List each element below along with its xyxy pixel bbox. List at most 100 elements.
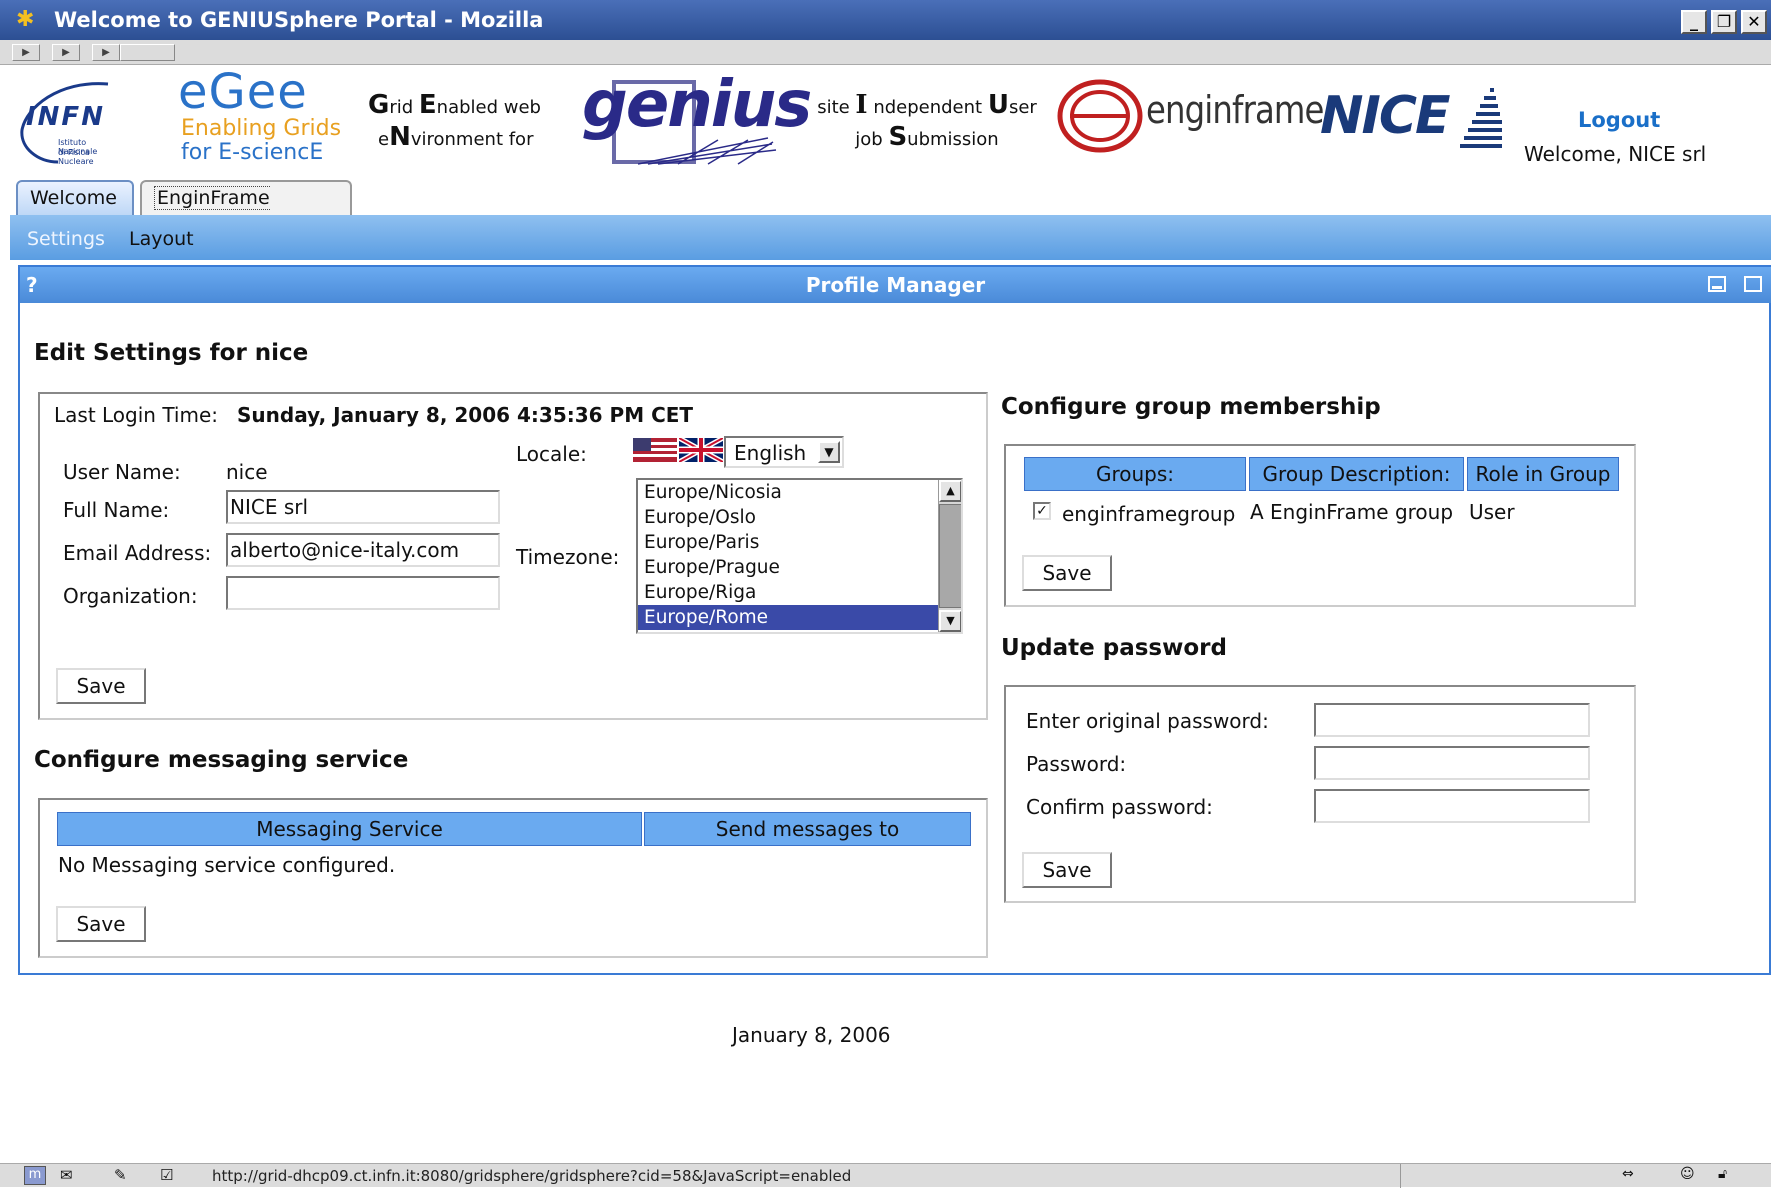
nice-logo: NICE <box>1320 86 1510 156</box>
send-messages-column-header: Send messages to <box>644 812 971 846</box>
role-in-group-column-header: Role in Group <box>1467 457 1619 491</box>
organization-input[interactable] <box>226 576 500 610</box>
timezone-list[interactable]: Europe/Nicosia Europe/Oslo Europe/Paris … <box>636 478 963 634</box>
password-input[interactable] <box>1314 746 1590 780</box>
egee-wordmark: eGee <box>178 64 308 120</box>
messaging-empty-text: No Messaging service configured. <box>58 853 396 877</box>
status-url: http://grid-dhcp09.ct.infn.it:8080/grids… <box>212 1167 852 1185</box>
save-password-button[interactable]: Save <box>1022 852 1112 888</box>
acronym-g: G <box>368 90 390 120</box>
messaging-service-column-header: Messaging Service <box>57 812 642 846</box>
window-title: Welcome to GENIUSphere Portal - Mozilla <box>54 8 544 32</box>
subnav-layout[interactable]: Layout <box>129 228 194 250</box>
acronym-job: job <box>855 129 889 150</box>
egee-tagline-1: Enabling Grids <box>181 116 342 141</box>
infn-subtitle-2: di Fisica Nucleare <box>58 148 94 166</box>
status-divider <box>1400 1164 1401 1188</box>
locale-label: Locale: <box>516 442 587 466</box>
group-role: User <box>1469 500 1515 524</box>
acronym-n-rest: vironment for <box>410 129 534 150</box>
security-lock-icon[interactable]: 🔓︎ <box>1718 1166 1727 1182</box>
acronym-site: site <box>817 97 856 118</box>
back-arrow-icon[interactable]: ▶ <box>12 44 40 61</box>
maximize-portlet-icon[interactable] <box>1744 276 1762 292</box>
acronym-u-rest: ser <box>1008 97 1037 118</box>
mail-icon[interactable]: ✉ <box>60 1166 73 1184</box>
update-password-heading: Update password <box>1001 635 1227 661</box>
timezone-scrollbar[interactable]: ▲ ▼ <box>938 480 961 632</box>
timezone-option[interactable]: Europe/Oslo <box>638 505 961 530</box>
original-password-label: Enter original password: <box>1026 709 1269 733</box>
welcome-user-text: Welcome, NICE srl <box>1524 142 1707 166</box>
confirm-password-input[interactable] <box>1314 789 1590 823</box>
navigator-icon[interactable]: m <box>24 1166 46 1185</box>
egee-logo: eGee Enabling Grids for E-sciencE <box>176 64 341 170</box>
timezone-option[interactable]: Europe/Riga <box>638 580 961 605</box>
group-checkbox[interactable]: ✓ <box>1033 502 1051 520</box>
group-description: A EnginFrame group <box>1250 500 1454 524</box>
locale-select[interactable]: English ▼ <box>724 436 844 468</box>
acronym-n-pre: e <box>378 129 390 150</box>
footer-date: January 8, 2006 <box>732 1023 891 1047</box>
close-button[interactable]: ✕ <box>1741 10 1767 34</box>
fullname-input[interactable]: NICE srl <box>226 490 500 524</box>
genius-acronym-right: site I ndependent User job Submission <box>812 90 1042 160</box>
portlet-title-bar: ? Profile Manager <box>20 267 1771 303</box>
chevron-down-icon[interactable]: ▼ <box>818 441 840 463</box>
acronym-s: S <box>888 122 908 152</box>
acronym-e-rest: nabled web <box>436 97 541 118</box>
uk-flag-icon <box>679 438 723 462</box>
maximize-button[interactable]: ❐ <box>1711 10 1737 34</box>
egee-tagline-2: for E-sciencE <box>181 140 324 165</box>
save-settings-button[interactable]: Save <box>56 668 146 704</box>
portlet-title: Profile Manager <box>805 273 986 297</box>
toolbar-grip <box>120 44 175 61</box>
organization-label: Organization: <box>63 584 198 608</box>
groups-column-header: Groups: <box>1024 457 1246 491</box>
save-groups-button[interactable]: Save <box>1022 555 1112 591</box>
infn-text: INFN <box>26 102 105 132</box>
logout-link[interactable]: Logout <box>1578 108 1660 132</box>
last-login-value: Sunday, January 8, 2006 4:35:36 PM CET <box>237 403 694 427</box>
original-password-input[interactable] <box>1314 703 1590 737</box>
sub-navigation-bar <box>10 215 1771 260</box>
forward-arrow-icon[interactable]: ▶ <box>52 44 80 61</box>
enginframe-circle-icon <box>1057 79 1143 153</box>
subnav-settings[interactable]: Settings <box>27 228 105 250</box>
tab-welcome[interactable]: Welcome <box>16 180 134 217</box>
timezone-option[interactable]: Europe/Paris <box>638 530 961 555</box>
timezone-option[interactable]: Europe/Prague <box>638 555 961 580</box>
email-input[interactable]: alberto@nice-italy.com <box>226 533 500 567</box>
infn-logo: INFN Istituto Nazionale di Fisica Nuclea… <box>18 78 118 166</box>
scroll-up-icon[interactable]: ▲ <box>939 480 961 502</box>
acronym-e: E <box>418 90 437 120</box>
composer-icon[interactable]: ✎ <box>114 1166 127 1184</box>
edit-settings-heading: Edit Settings for nice <box>34 340 309 366</box>
window-title-bar: ✱ Welcome to GENIUSphere Portal - Mozill… <box>0 0 1771 40</box>
acronym-s-rest: ubmission <box>907 129 999 150</box>
acronym-g-rest: rid <box>389 97 419 118</box>
group-membership-heading: Configure group membership <box>1001 394 1381 420</box>
online-status-icon[interactable]: ⇔ <box>1622 1166 1634 1182</box>
mozilla-app-icon: ✱ <box>16 7 35 32</box>
timezone-label: Timezone: <box>516 545 620 569</box>
minimize-portlet-icon[interactable] <box>1708 276 1726 292</box>
timezone-option-selected[interactable]: Europe/Rome <box>638 605 961 630</box>
scroll-down-icon[interactable]: ▼ <box>939 610 961 632</box>
group-name: enginframegroup <box>1062 502 1236 526</box>
enginframe-wordmark: enginframe <box>1146 88 1324 132</box>
username-value: nice <box>226 460 268 484</box>
save-messaging-button[interactable]: Save <box>56 906 146 942</box>
enginframe-logo: enginframe <box>1056 78 1324 158</box>
minimize-button[interactable]: _ <box>1681 10 1707 34</box>
scrollbar-thumb[interactable] <box>939 504 961 608</box>
address-book-icon[interactable]: ☑ <box>160 1166 173 1184</box>
email-label: Email Address: <box>63 541 212 565</box>
tab-enginframe-portlet[interactable]: EnginFrame Portlet <box>140 180 352 243</box>
timezone-option[interactable]: Europe/Nicosia <box>638 480 961 505</box>
reload-arrow-icon[interactable]: ▶ <box>92 44 120 61</box>
acronym-i-rest: ndependent <box>867 97 988 118</box>
cookie-icon[interactable]: ☺ <box>1680 1166 1695 1182</box>
browser-status-bar: m ✉ ✎ ☑ http://grid-dhcp09.ct.infn.it:80… <box>0 1163 1771 1188</box>
nice-wordmark: NICE <box>1320 86 1451 146</box>
